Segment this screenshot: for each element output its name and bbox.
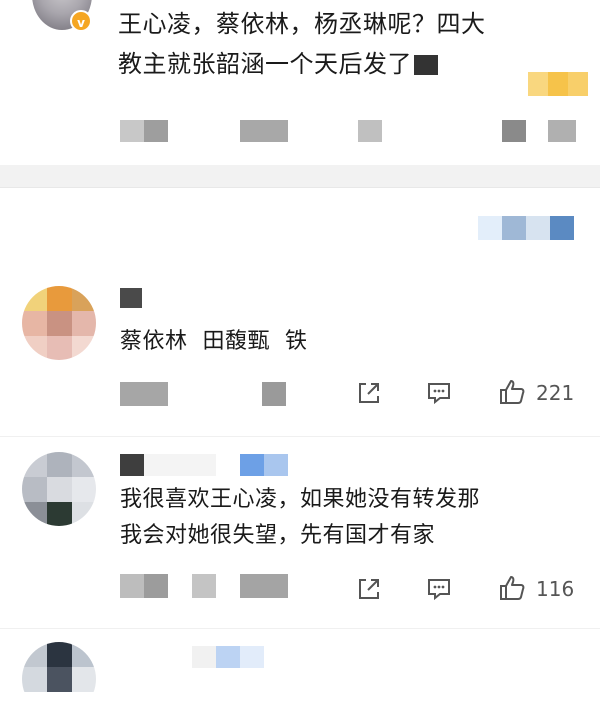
redacted-meta [120, 574, 168, 598]
redacted-username[interactable] [192, 646, 264, 668]
thumbs-up-icon[interactable] [498, 378, 526, 406]
comment-text: 王心凌，蔡依林，杨丞琳呢？四大 教主就张韶涵一个天后发了 [118, 4, 558, 84]
redacted-meta [240, 120, 288, 142]
comment-text-line: 我很喜欢王心凌，如果她没有转发那 [120, 487, 481, 512]
redacted-username[interactable] [120, 288, 142, 308]
comment-icon[interactable] [426, 380, 452, 406]
comment-text: 我很喜欢王心凌，如果她没有转发那 我会对她很失望，先有国才有家 [120, 482, 590, 554]
redacted-label [240, 454, 288, 476]
redacted-meta [358, 120, 382, 142]
avatar[interactable] [22, 642, 96, 716]
section-divider [0, 165, 600, 187]
comment-text-line: 教主就张韶涵一个天后发了 [118, 44, 558, 84]
comment-text: 蔡依林 田馥甄 铁 [120, 329, 308, 354]
redacted-emoji [414, 55, 438, 75]
redacted-meta [502, 120, 526, 142]
redacted-meta [548, 120, 576, 142]
avatar[interactable] [22, 286, 96, 360]
like-count: 221 [536, 381, 575, 405]
redacted-label [478, 216, 574, 240]
redacted-meta [240, 574, 288, 598]
redacted-image [528, 72, 588, 96]
redacted-meta [262, 382, 286, 406]
thumbs-up-icon[interactable] [498, 574, 526, 602]
divider [0, 187, 600, 188]
divider [0, 436, 600, 437]
verified-badge-icon: v [70, 10, 92, 32]
redacted-meta [120, 120, 168, 142]
comment-text-line: 王心凌，蔡依林，杨丞琳呢？四大 [118, 10, 486, 38]
comment-text-line: 我会对她很失望，先有国才有家 [120, 523, 436, 548]
redacted-username[interactable] [120, 454, 216, 476]
avatar[interactable] [22, 452, 96, 526]
share-icon[interactable] [356, 380, 382, 406]
share-icon[interactable] [356, 576, 382, 602]
divider [0, 628, 600, 629]
redacted-meta [120, 382, 168, 406]
redacted-meta [192, 574, 216, 598]
comment-icon[interactable] [426, 576, 452, 602]
like-count: 116 [536, 577, 575, 601]
